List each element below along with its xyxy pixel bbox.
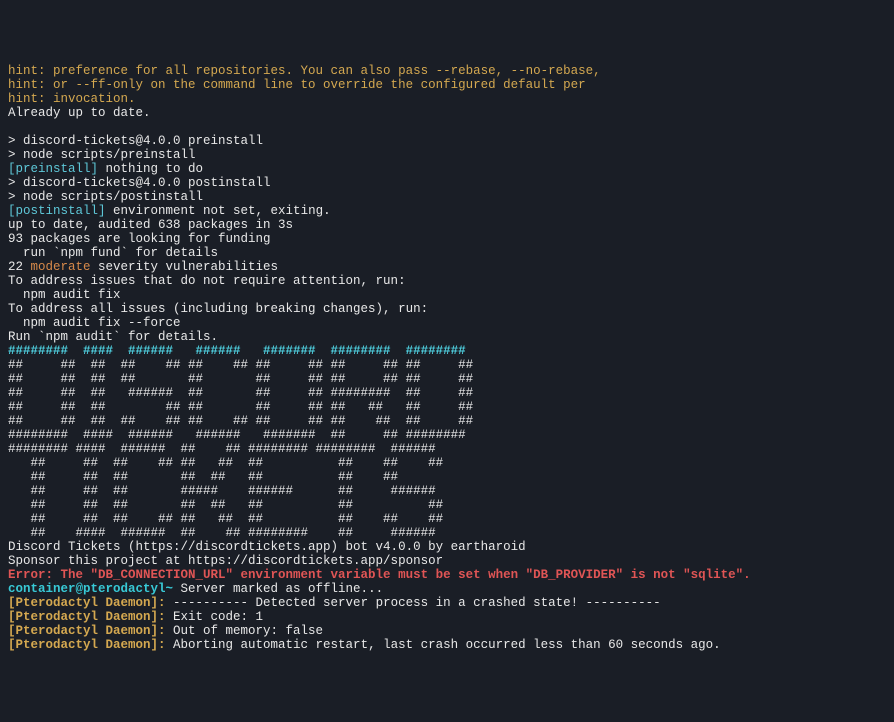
terminal-line: Already up to date.	[8, 106, 886, 120]
terminal-segment: ## ## ## ## ## ## ## ##	[8, 470, 466, 484]
terminal-line: run `npm fund` for details	[8, 246, 886, 260]
terminal-segment: npm audit fix	[8, 288, 121, 302]
terminal-segment: > discord-tickets@4.0.0 preinstall	[8, 134, 263, 148]
terminal-segment: container@pterodactyl~	[8, 582, 173, 596]
terminal-segment: ## ## ## ## ## ## ## ## ## ## ##	[8, 372, 473, 386]
terminal-segment: ## ## ## ## ## ## ## ##	[8, 498, 466, 512]
terminal-line: [Pterodactyl Daemon]: Exit code: 1	[8, 610, 886, 624]
terminal-line: ## ## ## ## ## ## ## ## ## ## ## ## ##	[8, 358, 886, 372]
terminal-line: > discord-tickets@4.0.0 postinstall	[8, 176, 886, 190]
terminal-line: ## ## ## ###### ## ## ## ######## ## ##	[8, 386, 886, 400]
terminal-segment: [Pterodactyl Daemon]:	[8, 624, 166, 638]
terminal-line: hint: preference for all repositories. Y…	[8, 64, 886, 78]
terminal-line: hint: or --ff-only on the command line t…	[8, 78, 886, 92]
terminal-segment: Aborting automatic restart, last crash o…	[166, 638, 721, 652]
terminal-segment: Server marked as offline...	[173, 582, 383, 596]
terminal-segment: > node scripts/postinstall	[8, 190, 203, 204]
terminal-line: ## ## ## ## ## ## ## ##	[8, 498, 886, 512]
terminal-line: hint: invocation.	[8, 92, 886, 106]
terminal-line: [Pterodactyl Daemon]: Aborting automatic…	[8, 638, 886, 652]
terminal-segment: ## ## ## ## ## ## ## ## ## ## ## ## ##	[8, 414, 473, 428]
terminal-segment: To address all issues (including breakin…	[8, 302, 428, 316]
terminal-line: ## #### ###### ## ## ######## ## ######	[8, 526, 886, 540]
terminal-line: To address issues that do not require at…	[8, 274, 886, 288]
terminal-output: hint: preference for all repositories. Y…	[8, 64, 886, 652]
terminal-line: npm audit fix --force	[8, 316, 886, 330]
terminal-line: > node scripts/preinstall	[8, 148, 886, 162]
terminal-line: > node scripts/postinstall	[8, 190, 886, 204]
terminal-segment: Discord Tickets (https://discordtickets.…	[8, 540, 526, 554]
terminal-line: Sponsor this project at https://discordt…	[8, 554, 886, 568]
terminal-line: 93 packages are looking for funding	[8, 232, 886, 246]
terminal-line	[8, 120, 886, 134]
terminal-segment: Error: The "DB_CONNECTION_URL" environme…	[8, 568, 751, 582]
terminal-segment: hint: preference for all repositories. Y…	[8, 64, 601, 78]
terminal-line: up to date, audited 638 packages in 3s	[8, 218, 886, 232]
terminal-line: container@pterodactyl~ Server marked as …	[8, 582, 886, 596]
terminal-segment: npm audit fix --force	[8, 316, 181, 330]
terminal-segment: Already up to date.	[8, 106, 151, 120]
terminal-line: > discord-tickets@4.0.0 preinstall	[8, 134, 886, 148]
terminal-line: ## ## ## ## ## ## ## ## ## ## ## ## ##	[8, 414, 886, 428]
terminal-line: To address all issues (including breakin…	[8, 302, 886, 316]
terminal-line: ######## #### ###### ###### ####### ####…	[8, 344, 886, 358]
terminal-segment: To address issues that do not require at…	[8, 274, 406, 288]
terminal-segment: ## #### ###### ## ## ######## ## ######	[8, 526, 466, 540]
terminal-line: [postinstall] environment not set, exiti…	[8, 204, 886, 218]
terminal-segment: ## ## ## ## ## ## ## ## ## ## ##	[8, 400, 473, 414]
terminal-segment: Out of memory: false	[166, 624, 324, 638]
terminal-segment: ---------- Detected server process in a …	[166, 596, 661, 610]
terminal-segment: 22	[8, 260, 31, 274]
terminal-segment: run `npm fund` for details	[8, 246, 218, 260]
terminal-line: ## ## ## ##### ###### ## ######	[8, 484, 886, 498]
terminal-segment: ## ## ## ##### ###### ## ######	[8, 484, 466, 498]
terminal-segment: ######## #### ###### ## ## ######## ####…	[8, 442, 466, 456]
terminal-segment: ######## #### ###### ###### ####### ## #…	[8, 428, 473, 442]
terminal-segment: Sponsor this project at https://discordt…	[8, 554, 443, 568]
terminal-segment: [preinstall]	[8, 162, 98, 176]
terminal-segment: > discord-tickets@4.0.0 postinstall	[8, 176, 271, 190]
terminal-segment: [Pterodactyl Daemon]:	[8, 638, 166, 652]
terminal-segment: ## ## ## ## ## ## ## ## ## ## ## ## ##	[8, 358, 473, 372]
terminal-line: [Pterodactyl Daemon]: ---------- Detecte…	[8, 596, 886, 610]
terminal-segment: environment not set, exiting.	[106, 204, 331, 218]
terminal-segment: ######## #### ###### ###### ####### ####…	[8, 344, 473, 358]
terminal-line: Discord Tickets (https://discordtickets.…	[8, 540, 886, 554]
terminal-segment: up to date, audited 638 packages in 3s	[8, 218, 293, 232]
terminal-segment: moderate	[31, 260, 91, 274]
terminal-segment: [Pterodactyl Daemon]:	[8, 596, 166, 610]
terminal-line: ######## #### ###### ###### ####### ## #…	[8, 428, 886, 442]
terminal-segment: hint: or --ff-only on the command line t…	[8, 78, 586, 92]
terminal-line: ## ## ## ## ## ## ## ## ## ##	[8, 512, 886, 526]
terminal-segment: > node scripts/preinstall	[8, 148, 196, 162]
terminal-segment: nothing to do	[98, 162, 203, 176]
terminal-segment: 93 packages are looking for funding	[8, 232, 271, 246]
terminal-segment: [postinstall]	[8, 204, 106, 218]
terminal-segment: Exit code: 1	[166, 610, 264, 624]
terminal-line: 22 moderate severity vulnerabilities	[8, 260, 886, 274]
terminal-line: Error: The "DB_CONNECTION_URL" environme…	[8, 568, 886, 582]
terminal-line: ## ## ## ## ## ## ## ## ## ## ##	[8, 400, 886, 414]
terminal-line: npm audit fix	[8, 288, 886, 302]
terminal-segment: ## ## ## ## ## ## ## ## ## ##	[8, 512, 466, 526]
terminal-segment: [Pterodactyl Daemon]:	[8, 610, 166, 624]
terminal-line: ######## #### ###### ## ## ######## ####…	[8, 442, 886, 456]
terminal-line: [preinstall] nothing to do	[8, 162, 886, 176]
terminal-line: ## ## ## ## ## ## ## ## ## ##	[8, 456, 886, 470]
terminal-segment: Run `npm audit` for details.	[8, 330, 218, 344]
terminal-segment: hint: invocation.	[8, 92, 136, 106]
terminal-segment: ## ## ## ###### ## ## ## ######## ## ##	[8, 386, 473, 400]
terminal-line: ## ## ## ## ## ## ## ##	[8, 470, 886, 484]
terminal-line: [Pterodactyl Daemon]: Out of memory: fal…	[8, 624, 886, 638]
terminal-line: ## ## ## ## ## ## ## ## ## ## ##	[8, 372, 886, 386]
terminal-line: Run `npm audit` for details.	[8, 330, 886, 344]
terminal-segment: ## ## ## ## ## ## ## ## ## ##	[8, 456, 466, 470]
terminal-segment: severity vulnerabilities	[91, 260, 279, 274]
